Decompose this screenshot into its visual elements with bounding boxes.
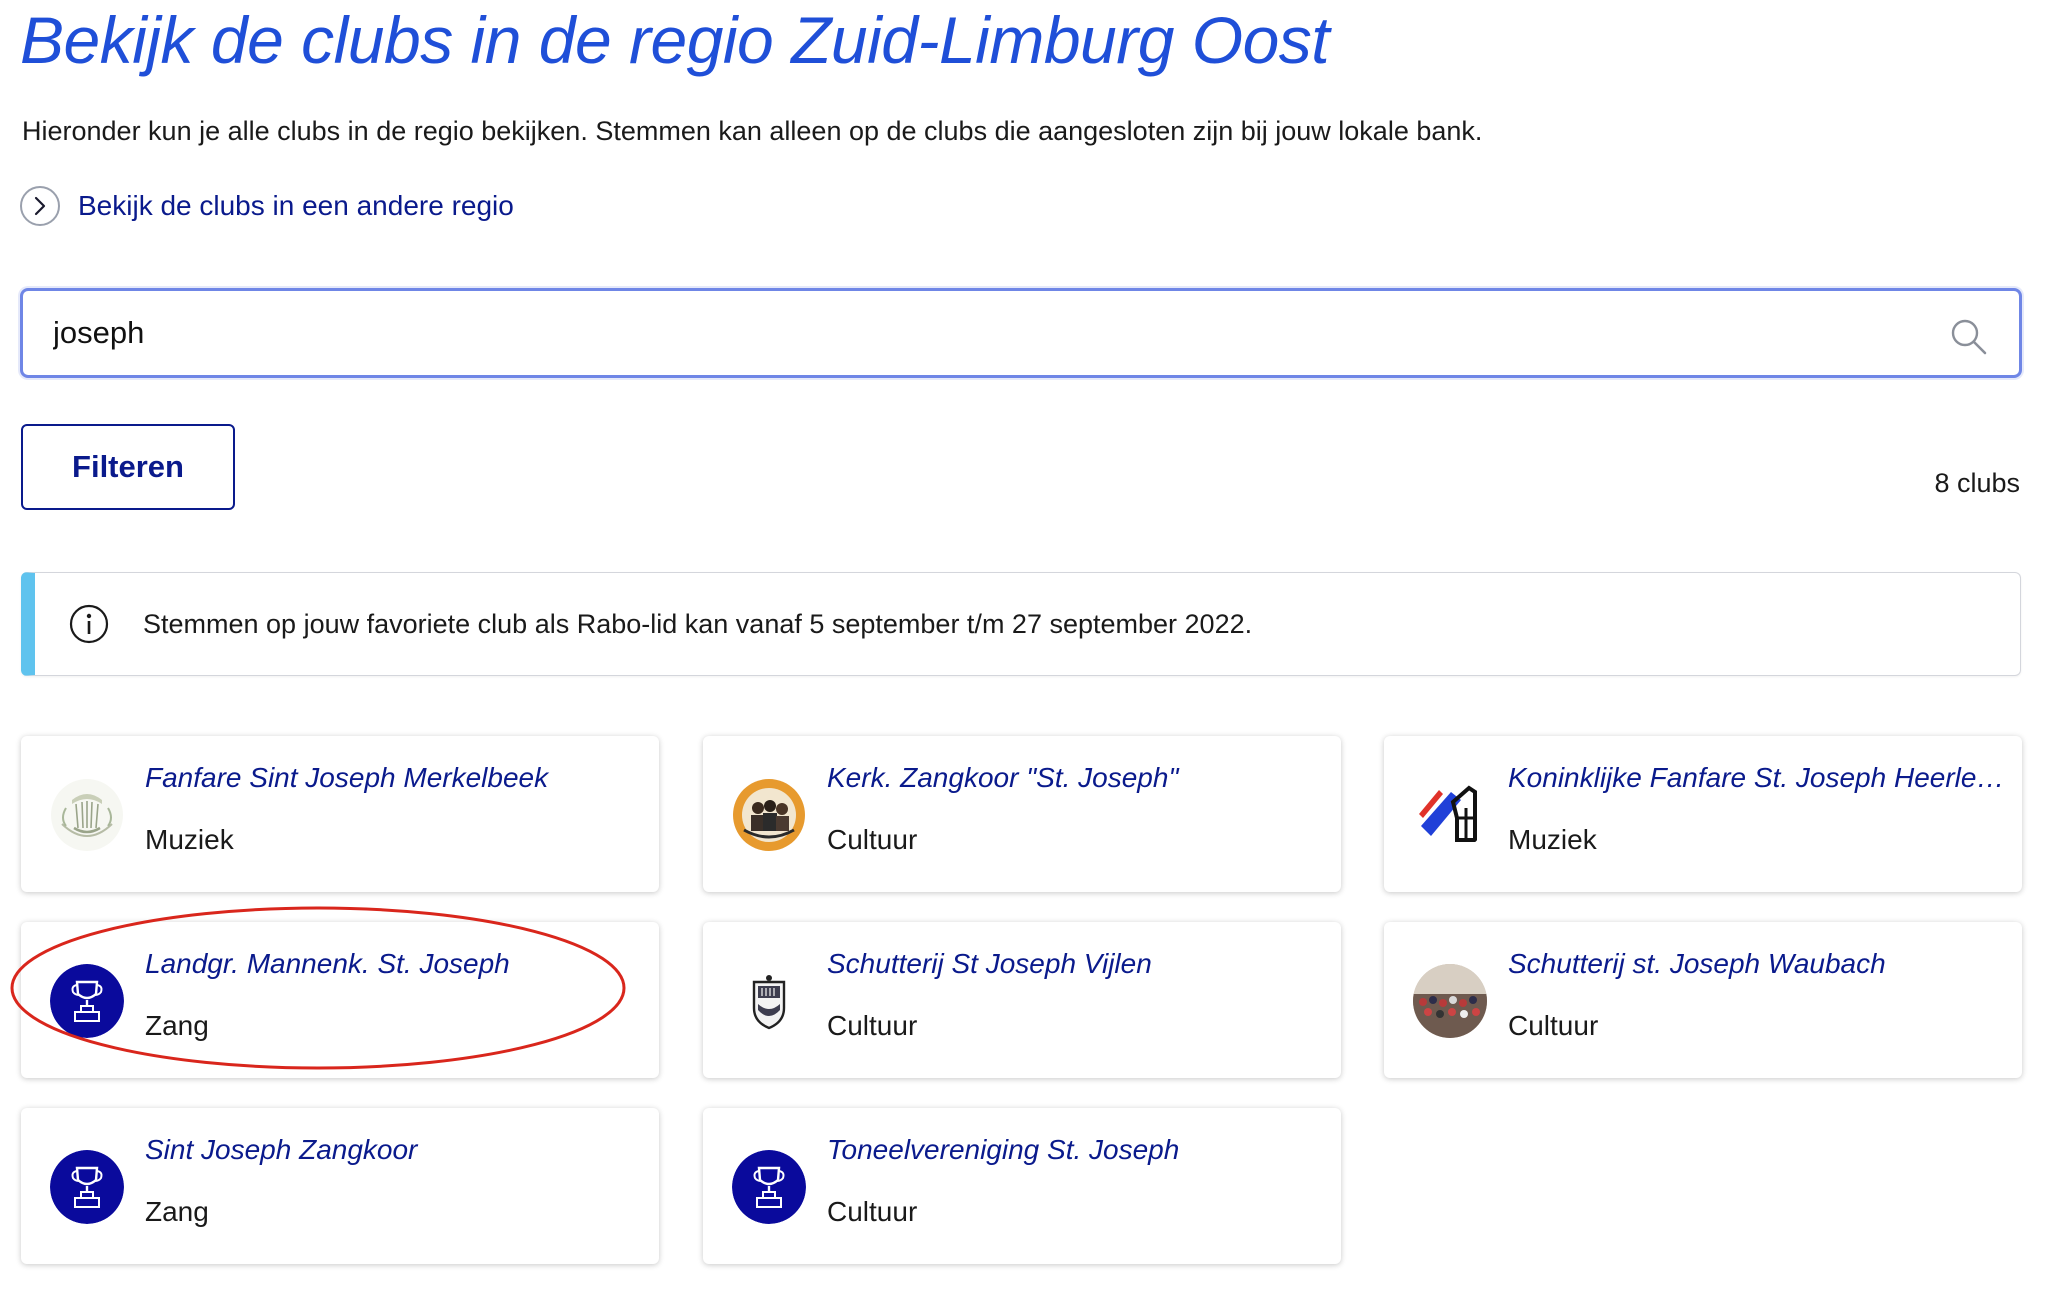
shield-crest-icon: [732, 964, 806, 1038]
club-name[interactable]: Schutterij St Joseph Vijlen: [827, 948, 1327, 980]
fanfare-logo-icon: [1413, 778, 1487, 852]
club-card[interactable]: Kerk. Zangkoor "St. Joseph" Cultuur: [703, 736, 1341, 892]
club-card[interactable]: Landgr. Mannenk. St. Joseph Zang: [21, 922, 659, 1078]
club-card[interactable]: Fanfare Sint Joseph Merkelbeek Muziek: [21, 736, 659, 892]
club-name[interactable]: Sint Joseph Zangkoor: [145, 1134, 645, 1166]
group-photo-icon: [1413, 964, 1487, 1038]
intro-text: Hieronder kun je alle clubs in de regio …: [22, 116, 1483, 146]
club-card[interactable]: Toneelvereniging St. Joseph Cultuur: [703, 1108, 1341, 1264]
club-name[interactable]: Toneelvereniging St. Joseph: [827, 1134, 1327, 1166]
chevron-right-icon: [20, 186, 60, 226]
page: Bekijk de clubs in de regio Zuid-Limburg…: [0, 0, 2048, 1305]
club-category: Cultuur: [827, 824, 918, 855]
club-card[interactable]: Koninklijke Fanfare St. Joseph Heerlerhe…: [1384, 736, 2022, 892]
search-field[interactable]: [20, 288, 2022, 378]
club-name[interactable]: Kerk. Zangkoor "St. Joseph": [827, 762, 1327, 794]
club-category: Muziek: [145, 824, 234, 855]
search-icon[interactable]: [1949, 317, 1989, 357]
club-name[interactable]: Koninklijke Fanfare St. Joseph Heerlerhe…: [1508, 762, 2008, 794]
club-name[interactable]: Landgr. Mannenk. St. Joseph: [145, 948, 645, 980]
lyre-emblem-icon: [50, 778, 124, 852]
trophy-icon: [50, 964, 124, 1038]
info-icon: [69, 604, 109, 644]
club-category: Zang: [145, 1196, 209, 1227]
trophy-icon: [732, 1150, 806, 1224]
club-category: Cultuur: [827, 1010, 918, 1041]
filter-button[interactable]: Filteren: [21, 424, 235, 510]
info-text: Stemmen op jouw favoriete club als Rabo-…: [143, 608, 1253, 639]
page-title: Bekijk de clubs in de regio Zuid-Limburg…: [20, 3, 1330, 77]
club-category: Cultuur: [827, 1196, 918, 1227]
club-name[interactable]: Schutterij st. Joseph Waubach: [1508, 948, 2008, 980]
choir-photo-icon: [732, 778, 806, 852]
club-category: Cultuur: [1508, 1010, 1599, 1041]
club-count: 8 clubs: [1934, 468, 2020, 498]
club-card[interactable]: Schutterij St Joseph Vijlen Cultuur: [703, 922, 1341, 1078]
info-banner: Stemmen op jouw favoriete club als Rabo-…: [21, 572, 2021, 676]
trophy-icon: [50, 1150, 124, 1224]
other-region-label: Bekijk de clubs in een andere regio: [78, 190, 514, 221]
other-region-link[interactable]: Bekijk de clubs in een andere regio: [20, 186, 514, 226]
club-card[interactable]: Schutterij st. Joseph Waubach Cultuur: [1384, 922, 2022, 1078]
club-card[interactable]: Sint Joseph Zangkoor Zang: [21, 1108, 659, 1264]
club-category: Zang: [145, 1010, 209, 1041]
club-name[interactable]: Fanfare Sint Joseph Merkelbeek: [145, 762, 645, 794]
search-input[interactable]: [53, 315, 1903, 351]
club-category: Muziek: [1508, 824, 1597, 855]
